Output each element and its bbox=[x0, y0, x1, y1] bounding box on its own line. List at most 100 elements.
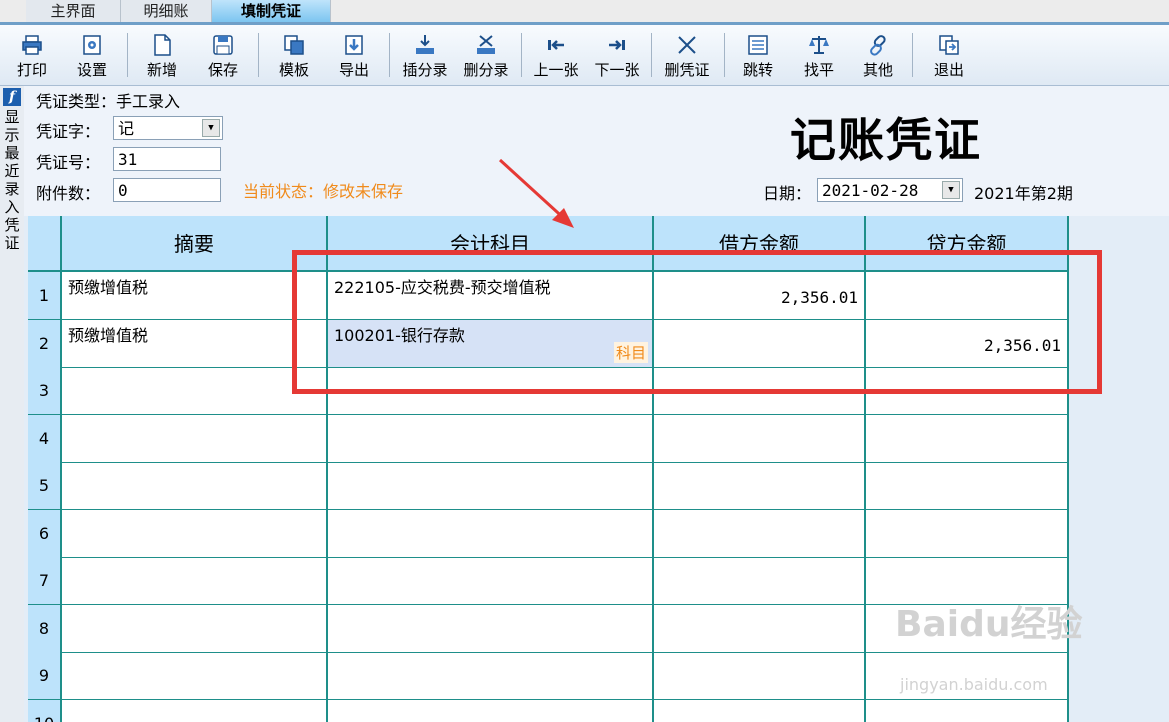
next-button[interactable]: 下一张 bbox=[588, 29, 646, 83]
previous-label: 上一张 bbox=[533, 61, 579, 79]
next-label: 下一张 bbox=[594, 61, 640, 79]
save-button[interactable]: 保存 bbox=[200, 29, 246, 83]
voucher-type-label: 凭证类型：手工录入 bbox=[36, 92, 181, 111]
summary-cell[interactable] bbox=[62, 462, 328, 510]
summary-cell[interactable] bbox=[62, 557, 328, 605]
function-icon: f bbox=[3, 88, 21, 106]
status-text: 当前状态：修改未保存 bbox=[243, 182, 404, 201]
export-icon bbox=[345, 35, 363, 55]
watermark-logo: Baidu经验 bbox=[895, 604, 1083, 645]
date-label: 日期： bbox=[763, 184, 812, 203]
export-button[interactable]: 导出 bbox=[331, 29, 377, 83]
annotation-highlight-box bbox=[292, 250, 1102, 394]
print-label: 打印 bbox=[16, 61, 47, 79]
settings-label: 设置 bbox=[76, 61, 107, 79]
insert-entry-button[interactable]: 插分录 bbox=[396, 29, 454, 83]
tab-ledger[interactable]: 明细账 bbox=[121, 0, 212, 22]
debit-cell[interactable] bbox=[654, 509, 866, 558]
summary-cell[interactable]: 预缴增值税 bbox=[62, 319, 328, 368]
rownum-cell: 8 bbox=[28, 604, 62, 653]
watermark-url: jingyan.baidu.com bbox=[900, 675, 1048, 694]
toolbar-separator bbox=[651, 33, 652, 77]
credit-cell[interactable] bbox=[866, 462, 1069, 510]
summary-cell[interactable] bbox=[62, 367, 328, 415]
credit-cell[interactable] bbox=[866, 699, 1069, 722]
credit-cell[interactable] bbox=[866, 414, 1069, 463]
voucher-number-field[interactable]: 31 bbox=[113, 147, 221, 171]
insert-row-icon bbox=[416, 35, 434, 54]
rownum-cell: 7 bbox=[28, 557, 62, 605]
recent-vouchers-strip[interactable]: f 显示最近录入凭证 bbox=[0, 86, 25, 722]
debit-cell[interactable] bbox=[654, 604, 866, 653]
toolbar-separator bbox=[724, 33, 725, 77]
recent-vouchers-label: 显示最近录入凭证 bbox=[4, 108, 20, 252]
debit-cell[interactable] bbox=[654, 699, 866, 722]
summary-cell[interactable]: 预缴增值税 bbox=[62, 272, 328, 320]
summary-cell[interactable] bbox=[62, 509, 328, 558]
exit-button[interactable]: 退出 bbox=[926, 29, 972, 83]
tab-voucher[interactable]: 填制凭证 bbox=[212, 0, 331, 22]
debit-cell[interactable] bbox=[654, 414, 866, 463]
link-icon bbox=[870, 35, 886, 56]
subject-cell[interactable] bbox=[328, 557, 654, 605]
debit-cell[interactable] bbox=[654, 462, 866, 510]
voucher-number-label: 凭证号： bbox=[36, 153, 101, 172]
print-button[interactable]: 打印 bbox=[10, 29, 54, 83]
jump-label: 跳转 bbox=[742, 61, 773, 79]
insert-entry-label: 插分录 bbox=[402, 61, 448, 79]
toolbar-separator bbox=[521, 33, 522, 77]
date-picker[interactable]: 2021-02-28 ▼ bbox=[817, 178, 963, 202]
toolbar-separator bbox=[258, 33, 259, 77]
delete-entry-label: 删分录 bbox=[463, 61, 509, 79]
toolbar: 打印 设置 新增 保存 模板 导出 插分录 删分录 上一张 下一张 删凭证 跳转 bbox=[0, 25, 1169, 86]
toolbar-separator bbox=[127, 33, 128, 77]
other-button[interactable]: 其他 bbox=[855, 29, 901, 83]
subject-cell[interactable] bbox=[328, 462, 654, 510]
exit-icon bbox=[939, 35, 959, 55]
export-label: 导出 bbox=[338, 61, 369, 79]
summary-cell[interactable] bbox=[62, 414, 328, 463]
next-icon bbox=[609, 40, 625, 50]
subject-cell[interactable] bbox=[328, 699, 654, 722]
new-button[interactable]: 新增 bbox=[139, 29, 185, 83]
table-row: 10 bbox=[28, 699, 1069, 722]
voucher-word-select[interactable]: 记 ▼ bbox=[113, 116, 223, 140]
summary-cell[interactable] bbox=[62, 604, 328, 653]
delete-voucher-label: 删凭证 bbox=[664, 61, 710, 79]
rownum-cell: 9 bbox=[28, 652, 62, 700]
settings-icon bbox=[83, 35, 101, 55]
rownum-cell: 3 bbox=[28, 367, 62, 415]
template-label: 模板 bbox=[278, 61, 309, 79]
subject-cell[interactable] bbox=[328, 652, 654, 700]
scale-icon bbox=[809, 36, 829, 54]
save-label: 保存 bbox=[207, 61, 238, 79]
balance-label: 找平 bbox=[803, 61, 834, 79]
subject-cell[interactable] bbox=[328, 414, 654, 463]
delete-voucher-button[interactable]: 删凭证 bbox=[658, 29, 716, 83]
debit-cell[interactable] bbox=[654, 652, 866, 700]
debit-cell[interactable] bbox=[654, 557, 866, 605]
settings-button[interactable]: 设置 bbox=[70, 29, 114, 83]
tab-main[interactable]: 主界面 bbox=[26, 0, 121, 22]
exit-label: 退出 bbox=[933, 61, 964, 79]
template-button[interactable]: 模板 bbox=[271, 29, 317, 83]
annotation-arrow-icon bbox=[498, 158, 574, 228]
attachments-label: 附件数： bbox=[36, 184, 101, 203]
summary-cell[interactable] bbox=[62, 699, 328, 722]
delete-entry-button[interactable]: 删分录 bbox=[457, 29, 515, 83]
printer-icon bbox=[22, 35, 42, 55]
subject-cell[interactable] bbox=[328, 604, 654, 653]
chevron-down-icon[interactable]: ▼ bbox=[202, 119, 220, 137]
chevron-down-icon[interactable]: ▼ bbox=[942, 181, 960, 199]
balance-button[interactable]: 找平 bbox=[796, 29, 842, 83]
attachments-field[interactable]: 0 bbox=[113, 178, 221, 202]
rownum-cell: 2 bbox=[28, 319, 62, 368]
voucher-header: 凭证类型：手工录入 凭证字： 记 ▼ 凭证号： 31 附件数： 0 当前状态：修… bbox=[24, 86, 1169, 216]
jump-icon bbox=[748, 35, 768, 55]
previous-button[interactable]: 上一张 bbox=[527, 29, 585, 83]
save-icon bbox=[213, 35, 233, 55]
summary-cell[interactable] bbox=[62, 652, 328, 700]
subject-cell[interactable] bbox=[328, 509, 654, 558]
credit-cell[interactable] bbox=[866, 509, 1069, 558]
jump-button[interactable]: 跳转 bbox=[735, 29, 781, 83]
